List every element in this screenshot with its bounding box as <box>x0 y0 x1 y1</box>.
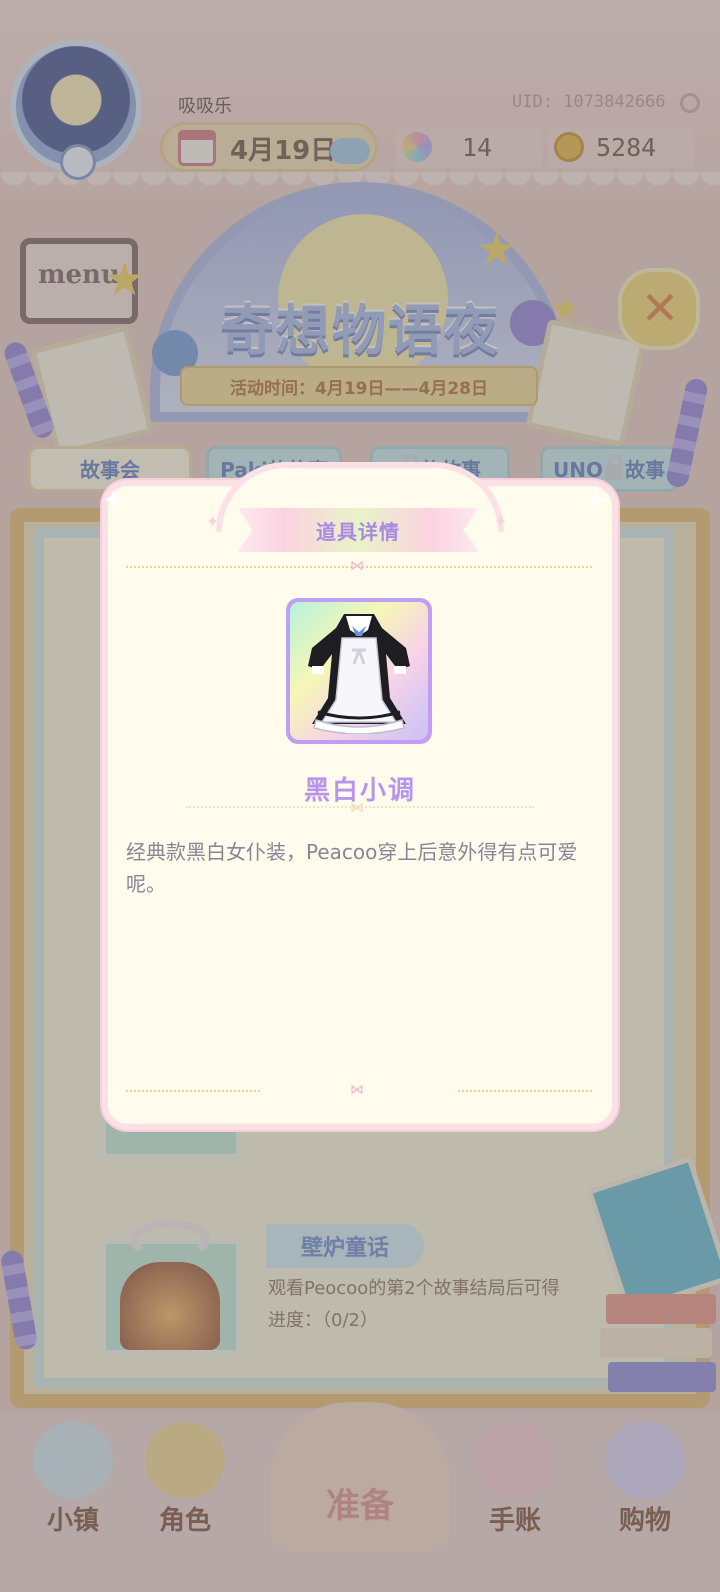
divider <box>458 1090 592 1092</box>
sparkle-icon: ✦ <box>586 486 608 516</box>
bow-icon: ⋈ <box>350 558 364 574</box>
bow-icon: ⋈ <box>350 800 364 816</box>
sparkle-icon: ✦ <box>494 512 508 531</box>
maid-dress-icon <box>308 614 410 734</box>
dialog-title: 道具详情 <box>316 520 400 544</box>
divider <box>126 1090 260 1092</box>
bow-icon: ⋈ <box>350 1082 364 1098</box>
item-description: 经典款黑白女仆装，Peacoo穿上后意外得有点可爱呢。 <box>126 840 578 896</box>
sparkle-icon: ✦ <box>102 486 124 516</box>
sparkle-icon: ✦ <box>206 512 220 531</box>
